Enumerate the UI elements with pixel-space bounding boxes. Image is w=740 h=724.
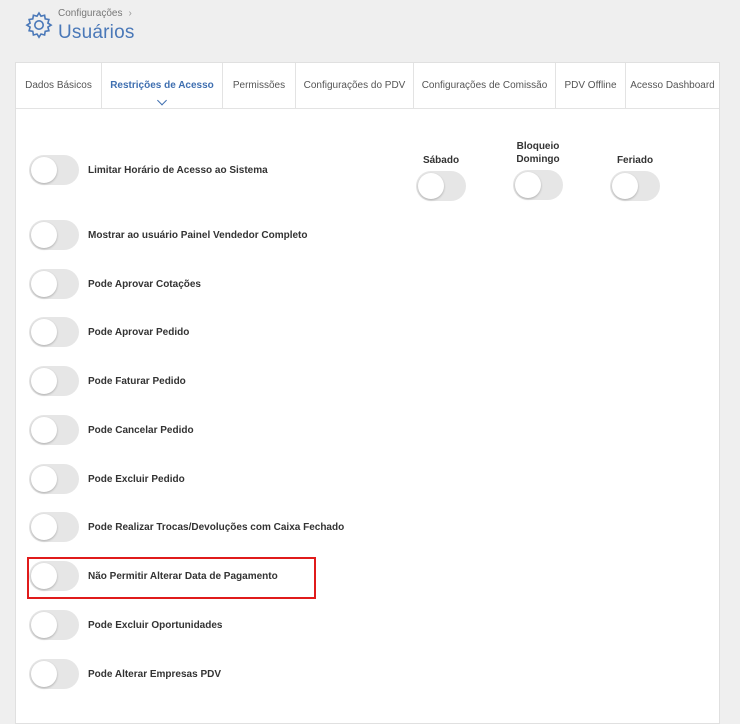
- permission-label: Limitar Horário de Acesso ao Sistema: [88, 164, 268, 176]
- permission-row: Pode Cancelar Pedido: [29, 415, 194, 445]
- day-feriado: Feriado: [605, 154, 665, 201]
- permission-label: Não Permitir Alterar Data de Pagamento: [88, 570, 278, 582]
- tab-dados-basicos[interactable]: Dados Básicos: [16, 63, 102, 108]
- permission-row: Pode Aprovar Cotações: [29, 269, 201, 299]
- toggle-knob: [418, 173, 444, 199]
- permission-toggle[interactable]: [29, 155, 79, 185]
- permission-row: Pode Faturar Pedido: [29, 366, 186, 396]
- day-toggle-sabado[interactable]: [416, 171, 466, 201]
- day-sabado: Sábado: [411, 154, 471, 201]
- tab-acesso-dashboard[interactable]: Acesso Dashboard: [626, 63, 719, 108]
- permission-row: Mostrar ao usuário Painel Vendedor Compl…: [29, 220, 308, 250]
- day-toggle-domingo[interactable]: [513, 170, 563, 200]
- toggle-knob: [31, 563, 57, 589]
- gear-icon: [25, 11, 53, 39]
- permission-label: Pode Faturar Pedido: [88, 375, 186, 387]
- tab-label: Dados Básicos: [25, 80, 92, 91]
- permission-label: Pode Aprovar Pedido: [88, 326, 190, 338]
- permission-row: Pode Realizar Trocas/Devoluções com Caix…: [29, 512, 344, 542]
- tab-label: Restrições de Acesso: [110, 80, 214, 91]
- day-bloqueio-domingo: Bloqueio Domingo: [508, 140, 568, 200]
- permission-label: Pode Alterar Empresas PDV: [88, 668, 222, 680]
- tab-permissoes[interactable]: Permissões: [223, 63, 296, 108]
- permission-toggle[interactable]: [29, 220, 79, 250]
- permission-label: Mostrar ao usuário Painel Vendedor Compl…: [88, 229, 308, 241]
- permission-toggle[interactable]: [29, 610, 79, 640]
- permission-row: Pode Excluir Pedido: [29, 464, 185, 494]
- permission-toggle[interactable]: [29, 512, 79, 542]
- tab-label: Permissões: [232, 80, 286, 91]
- permission-label: Pode Aprovar Cotações: [88, 278, 201, 290]
- permission-row: Não Permitir Alterar Data de Pagamento: [29, 561, 278, 591]
- day-label: Sábado: [422, 155, 460, 166]
- permission-toggle[interactable]: [29, 317, 79, 347]
- permission-label: Pode Realizar Trocas/Devoluções com Caix…: [88, 521, 345, 533]
- permission-toggle[interactable]: [29, 659, 79, 689]
- day-label: Bloqueio Domingo: [516, 141, 560, 165]
- permission-label: Pode Cancelar Pedido: [88, 424, 194, 436]
- permission-label: Pode Excluir Pedido: [88, 473, 185, 485]
- day-label: Feriado: [616, 155, 654, 166]
- toggle-knob: [31, 466, 57, 492]
- tab-label: Configurações do PDV: [303, 80, 406, 91]
- toggle-knob: [31, 368, 57, 394]
- toggle-knob: [31, 222, 57, 248]
- breadcrumb[interactable]: Configurações ›: [58, 8, 132, 19]
- permission-toggle[interactable]: [29, 561, 79, 591]
- permission-toggle[interactable]: [29, 464, 79, 494]
- toggle-knob: [31, 612, 57, 638]
- tab-label: Acesso Dashboard: [630, 80, 715, 91]
- tab-label: Configurações de Comissão: [421, 80, 548, 91]
- tab-pdv-offline[interactable]: PDV Offline: [556, 63, 626, 108]
- page-header: Configurações › Usuários: [0, 0, 740, 62]
- day-toggle-feriado[interactable]: [610, 171, 660, 201]
- toggle-knob: [515, 172, 541, 198]
- page-title: Usuários: [58, 22, 135, 43]
- chevron-down-icon: [157, 95, 167, 106]
- tab-configuracoes-pdv[interactable]: Configurações do PDV: [296, 63, 414, 108]
- tab-configuracoes-comissao[interactable]: Configurações de Comissão: [414, 63, 556, 108]
- toggle-knob: [31, 157, 57, 183]
- toggle-knob: [31, 271, 57, 297]
- tab-label: PDV Offline: [564, 80, 617, 91]
- permission-row: Pode Aprovar Pedido: [29, 317, 189, 347]
- toggle-knob: [31, 319, 57, 345]
- tab-bar: Dados Básicos Restrições de Acesso Permi…: [16, 63, 719, 109]
- permission-row: Pode Excluir Oportunidades: [29, 610, 222, 640]
- breadcrumb-item[interactable]: Configurações: [58, 8, 122, 19]
- tab-restricoes-de-acesso[interactable]: Restrições de Acesso: [102, 63, 223, 108]
- chevron-right-icon: ›: [128, 8, 132, 19]
- permission-toggle[interactable]: [29, 269, 79, 299]
- permission-row: Limitar Horário de Acesso ao Sistema: [29, 155, 268, 185]
- toggle-knob: [612, 173, 638, 199]
- toggle-knob: [31, 514, 57, 540]
- permission-toggle[interactable]: [29, 366, 79, 396]
- toggle-knob: [31, 417, 57, 443]
- toggle-knob: [31, 661, 57, 687]
- permission-row: Pode Alterar Empresas PDV: [29, 659, 221, 689]
- permission-toggle[interactable]: [29, 415, 79, 445]
- permission-label: Pode Excluir Oportunidades: [88, 619, 223, 631]
